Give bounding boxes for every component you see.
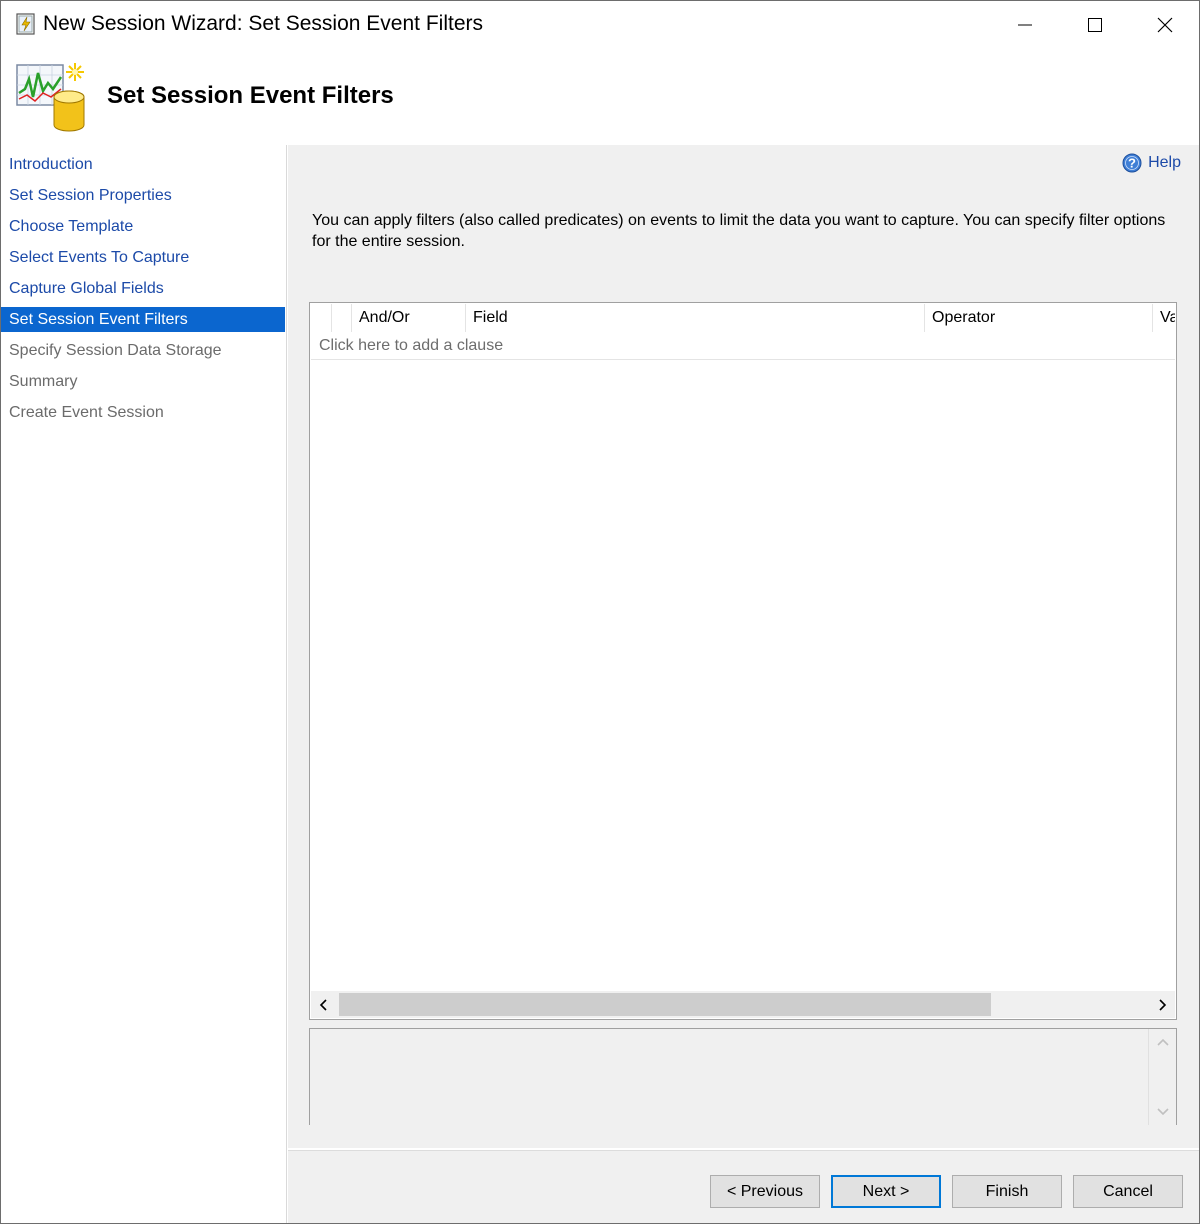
nav-introduction[interactable]: Introduction [1, 152, 285, 177]
nav-specify-data-storage: Specify Session Data Storage [9, 342, 222, 359]
filter-grid[interactable]: And/Or Field Operator Va Click here to a… [309, 302, 1177, 1020]
scroll-left-button[interactable] [311, 991, 337, 1018]
grid-column-row-indicator [311, 304, 331, 332]
grid-column-operator[interactable]: Operator [924, 304, 1152, 332]
chevron-right-icon [1159, 998, 1167, 1011]
chevron-down-icon [1156, 1108, 1169, 1116]
next-button[interactable]: Next > [831, 1175, 941, 1208]
grid-horizontal-scrollbar[interactable] [311, 991, 1175, 1018]
page-description: You can apply filters (also called predi… [312, 212, 1166, 250]
grid-column-value[interactable]: Va [1152, 304, 1175, 332]
cancel-button[interactable]: Cancel [1073, 1175, 1183, 1208]
finish-button[interactable]: Finish [952, 1175, 1062, 1208]
wizard-footer: < Previous Next > Finish Cancel [288, 1150, 1199, 1223]
scroll-down-button[interactable] [1149, 1099, 1176, 1123]
nav-summary: Summary [9, 373, 78, 390]
main-panel: ? Help You can apply filters (also calle… [288, 145, 1199, 1148]
close-button[interactable] [1130, 1, 1199, 49]
maximize-icon [1088, 18, 1102, 32]
xevent-session-icon [16, 63, 85, 132]
nav-set-session-event-filters[interactable]: Set Session Event Filters [1, 307, 285, 332]
description-vertical-scrollbar[interactable] [1148, 1029, 1176, 1125]
help-label: Help [1148, 154, 1181, 171]
window-title: New Session Wizard: Set Session Event Fi… [43, 12, 483, 35]
maximize-button[interactable] [1060, 1, 1130, 49]
nav-set-session-properties[interactable]: Set Session Properties [1, 183, 285, 208]
wizard-steps-nav: Introduction Set Session Properties Choo… [1, 145, 287, 1223]
previous-button[interactable]: < Previous [710, 1175, 820, 1208]
grid-column-and-or[interactable]: And/Or [351, 304, 465, 332]
scroll-up-button[interactable] [1149, 1031, 1176, 1055]
wizard-window: New Session Wizard: Set Session Event Fi… [0, 0, 1200, 1224]
clause-description-box [309, 1028, 1177, 1125]
page-title: Set Session Event Filters [107, 82, 394, 109]
nav-choose-template[interactable]: Choose Template [1, 214, 285, 239]
scroll-right-button[interactable] [1149, 991, 1175, 1018]
title-bar: New Session Wizard: Set Session Event Fi… [1, 1, 1199, 49]
minimize-icon [1018, 24, 1032, 26]
help-link[interactable]: ? Help [1122, 153, 1181, 173]
scrollbar-thumb[interactable] [339, 993, 991, 1016]
svg-text:?: ? [1128, 156, 1136, 171]
grid-header: And/Or Field Operator Va [311, 304, 1175, 332]
add-clause-row[interactable]: Click here to add a clause [311, 332, 1175, 360]
grid-column-field[interactable]: Field [465, 304, 924, 332]
close-icon [1157, 17, 1173, 33]
chevron-up-icon [1156, 1038, 1169, 1046]
chevron-left-icon [319, 998, 327, 1011]
grid-column-spacer [331, 304, 351, 332]
nav-create-event-session: Create Event Session [9, 404, 164, 421]
nav-capture-global-fields[interactable]: Capture Global Fields [1, 276, 285, 301]
app-icon [16, 13, 35, 35]
help-icon: ? [1122, 153, 1142, 173]
wizard-header: Set Session Event Filters [1, 49, 1199, 145]
nav-select-events[interactable]: Select Events To Capture [1, 245, 285, 270]
minimize-button[interactable] [990, 1, 1060, 49]
